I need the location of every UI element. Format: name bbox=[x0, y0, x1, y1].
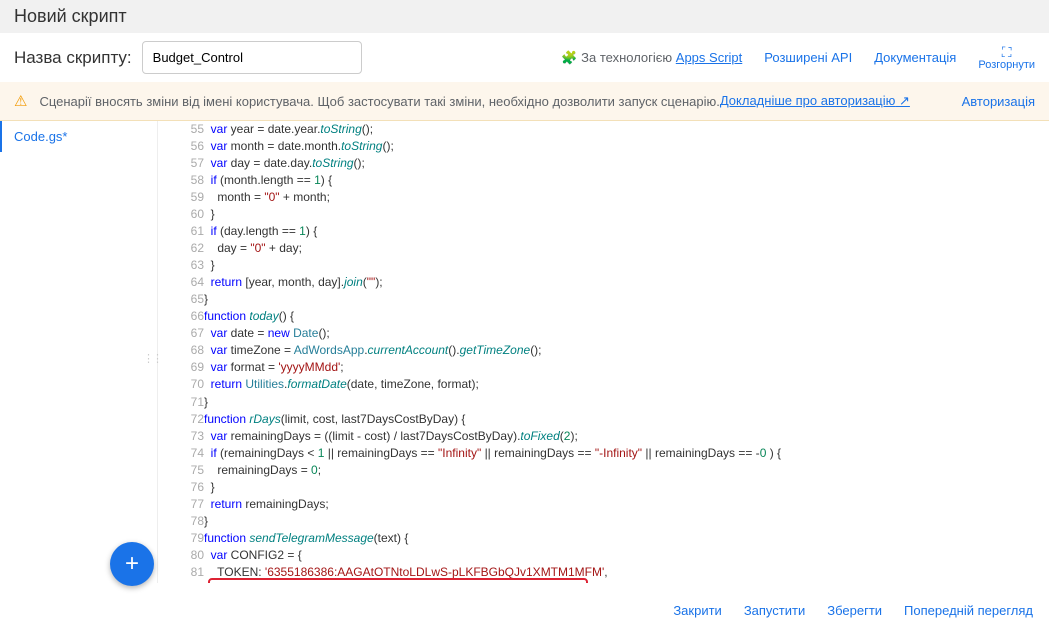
code-table: 55 var year = date.year.toString();56 va… bbox=[158, 121, 891, 583]
save-button[interactable]: Зберегти bbox=[827, 603, 882, 618]
warning-icon: ⚠ bbox=[14, 92, 27, 110]
header-links: 🧩 За технологією Apps Script Розширені A… bbox=[561, 45, 1035, 71]
run-button[interactable]: Запустити bbox=[744, 603, 805, 618]
close-button[interactable]: Закрити bbox=[673, 603, 721, 618]
add-button[interactable]: + bbox=[110, 542, 154, 586]
page-title: Новий скрипт bbox=[0, 0, 1049, 33]
footer: Закрити Запустити Зберегти Попередній пе… bbox=[0, 595, 1049, 626]
warning-text: Сценарії вносять зміни від імені користу… bbox=[39, 94, 719, 109]
apps-script-link[interactable]: Apps Script bbox=[676, 50, 742, 65]
script-name-label: Назва скрипту: bbox=[14, 48, 132, 68]
warning-bar: ⚠ Сценарії вносять зміни від імені корис… bbox=[0, 82, 1049, 121]
file-item[interactable]: Code.gs* bbox=[0, 121, 157, 152]
sidebar: Code.gs* ⋮⋮ bbox=[0, 121, 158, 583]
documentation-link[interactable]: Документація bbox=[874, 50, 956, 65]
expand-icon: ⛶ bbox=[1002, 45, 1012, 59]
script-name-input[interactable] bbox=[142, 41, 362, 74]
advanced-api-link[interactable]: Розширені API bbox=[764, 50, 852, 65]
preview-button[interactable]: Попередній перегляд bbox=[904, 603, 1033, 618]
technology-label: 🧩 За технологією Apps Script bbox=[561, 50, 742, 66]
auth-more-link[interactable]: Докладніше про авторизацію ↗ bbox=[720, 93, 910, 109]
header-bar: Назва скрипту: 🧩 За технологією Apps Scr… bbox=[0, 33, 1049, 82]
authorize-button[interactable]: Авторизація bbox=[962, 94, 1035, 109]
expand-button[interactable]: ⛶ Розгорнути bbox=[978, 45, 1035, 71]
code-editor[interactable]: 55 var year = date.year.toString();56 va… bbox=[158, 121, 1049, 583]
main-area: Code.gs* ⋮⋮ 55 var year = date.year.toSt… bbox=[0, 121, 1049, 583]
